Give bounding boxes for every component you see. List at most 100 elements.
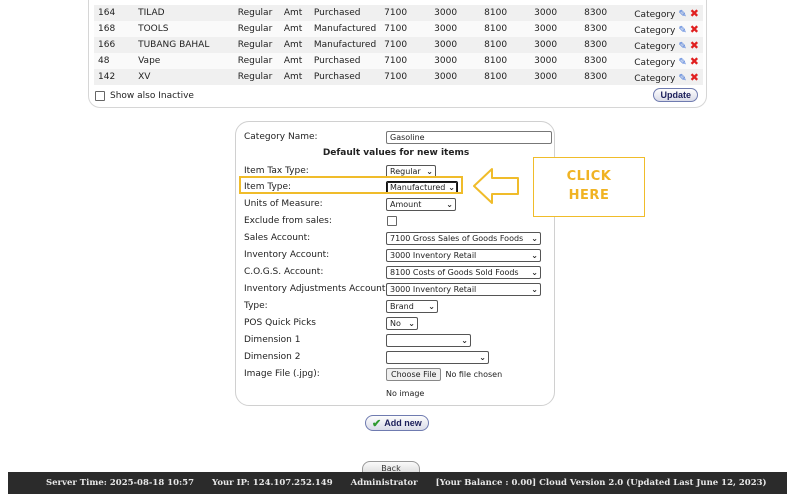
chevron-down-icon: ⌄: [531, 284, 538, 294]
row-sales-account: 7100: [380, 69, 431, 85]
dimension-1-select[interactable]: ⌄: [386, 333, 471, 347]
category-name-label: Category Name:: [244, 132, 318, 142]
exclude-from-sales-checkbox[interactable]: [387, 216, 397, 226]
chevron-down-icon: ⌄: [531, 267, 538, 277]
no-file-chosen-text: No file chosen: [445, 369, 503, 379]
edit-icon[interactable]: ✎: [678, 9, 686, 20]
chevron-down-icon: ⌄: [428, 301, 435, 311]
category-link[interactable]: Category: [634, 58, 675, 68]
row-name: XV: [134, 69, 234, 85]
dimension-2-label: Dimension 2: [244, 352, 301, 362]
row-uom: Amt: [279, 21, 310, 37]
row-cogs-account: 8100: [480, 69, 531, 85]
row-id: 142: [94, 69, 135, 85]
edit-icon[interactable]: ✎: [678, 73, 686, 84]
delete-icon[interactable]: ✖: [690, 55, 699, 68]
arrow-left-icon: [473, 168, 519, 204]
category-table: 164 TILAD Regular Amt Purchased 7100 3000 8100 3…: [94, 5, 703, 85]
row-id: 48: [94, 53, 135, 69]
edit-icon[interactable]: ✎: [678, 57, 686, 68]
row-dimension-account: 8300: [580, 53, 631, 69]
uom-label: Units of Measure:: [244, 199, 323, 209]
type-label: Type:: [244, 301, 268, 311]
category-link[interactable]: Category: [634, 74, 675, 84]
user-name: Administrator: [350, 478, 418, 488]
cogs-account-select[interactable]: 8100 Costs of Goods Sold Foods ⌄: [386, 265, 541, 279]
row-cogs-account: 8100: [480, 21, 531, 37]
delete-icon[interactable]: ✖: [690, 7, 699, 20]
row-tax-type: Regular: [233, 37, 280, 53]
choose-file-button[interactable]: Choose File: [386, 367, 442, 381]
pos-quick-picks-label: POS Quick Picks: [244, 318, 316, 328]
row-dimension-account: 8300: [580, 37, 631, 53]
row-name: TUBANG BAHAL: [134, 37, 234, 53]
row-dimension-account: 8300: [580, 69, 631, 85]
row-adjustment-account: 3000: [530, 21, 581, 37]
check-icon: ✔: [372, 417, 382, 430]
table-row: 168 TOOLS Regular Amt Manufactured 7100 3000 81…: [94, 21, 703, 37]
edit-icon[interactable]: ✎: [678, 41, 686, 52]
chevron-down-icon: ⌄: [531, 250, 538, 260]
row-cogs-account: 8100: [480, 37, 531, 53]
delete-icon[interactable]: ✖: [690, 39, 699, 52]
row-actions: Category ✎ ✖: [630, 53, 703, 69]
category-link[interactable]: Category: [634, 10, 675, 20]
row-actions: Category ✎ ✖: [630, 5, 703, 21]
row-item-type: Manufactured: [309, 21, 381, 37]
row-tax-type: Regular: [233, 69, 280, 85]
default-values-heading: Default values for new items: [322, 148, 470, 158]
chevron-down-icon: ⌄: [531, 233, 538, 243]
row-inventory-account: 3000: [430, 53, 481, 69]
row-inventory-account: 3000: [430, 5, 481, 21]
chevron-down-icon: ⌄: [408, 318, 415, 328]
row-sales-account: 7100: [380, 5, 431, 21]
row-sales-account: 7100: [380, 53, 431, 69]
row-dimension-account: 8300: [580, 21, 631, 37]
chevron-down-icon: ⌄: [426, 166, 433, 176]
chevron-down-icon: ⌄: [461, 335, 468, 345]
category-link[interactable]: Category: [634, 42, 675, 52]
row-actions: Category ✎ ✖: [630, 21, 703, 37]
click-here-callout: CLICK HERE: [533, 157, 645, 217]
show-inactive-toggle[interactable]: Show also Inactive: [95, 91, 194, 101]
cogs-account-label: C.O.G.S. Account:: [244, 267, 324, 277]
pos-quick-picks-select[interactable]: No ⌄: [386, 316, 418, 330]
table-row: 142 XV Regular Amt Purchased 7100 3000 8100 3000…: [94, 69, 703, 85]
balance-version: [Your Balance : 0.00] Cloud Version 2.0 …: [435, 478, 767, 488]
row-uom: Amt: [279, 37, 310, 53]
row-item-type: Manufactured: [309, 37, 381, 53]
uom-select[interactable]: Amount ⌄: [386, 197, 456, 211]
row-dimension-account: 8300: [580, 5, 631, 21]
sales-account-select[interactable]: 7100 Gross Sales of Goods Foods ⌄: [386, 231, 541, 245]
row-sales-account: 7100: [380, 21, 431, 37]
table-row: 164 TILAD Regular Amt Purchased 7100 3000 8100 3…: [94, 5, 703, 21]
dimension-2-select[interactable]: ⌄: [386, 350, 489, 364]
row-uom: Amt: [279, 5, 310, 21]
inventory-account-select[interactable]: 3000 Inventory Retail ⌄: [386, 248, 541, 262]
row-inventory-account: 3000: [430, 69, 481, 85]
row-adjustment-account: 3000: [530, 53, 581, 69]
row-inventory-account: 3000: [430, 37, 481, 53]
show-inactive-label: Show also Inactive: [110, 91, 194, 101]
type-select[interactable]: Brand ⌄: [386, 299, 438, 313]
item-type-highlight: [239, 176, 463, 194]
row-adjustment-account: 3000: [530, 37, 581, 53]
row-uom: Amt: [279, 69, 310, 85]
callout-line-2: HERE: [568, 188, 610, 203]
row-id: 168: [94, 21, 135, 37]
add-new-button[interactable]: ✔ Add new: [365, 415, 429, 431]
category-list-panel: 164 TILAD Regular Amt Purchased 7100 3000 8100 3…: [88, 0, 707, 108]
server-time: Server Time: 2025-08-18 10:57: [46, 478, 194, 488]
category-link[interactable]: Category: [634, 26, 675, 36]
edit-icon[interactable]: ✎: [678, 25, 686, 36]
row-actions: Category ✎ ✖: [630, 69, 703, 85]
inventory-adjustments-select[interactable]: 3000 Inventory Retail ⌄: [386, 282, 541, 296]
show-inactive-checkbox[interactable]: [95, 91, 105, 101]
chevron-down-icon: ⌄: [446, 199, 453, 209]
update-button[interactable]: Update: [653, 88, 698, 102]
row-tax-type: Regular: [233, 53, 280, 69]
delete-icon[interactable]: ✖: [690, 71, 699, 84]
table-row: 166 TUBANG BAHAL Regular Amt Manufactured 710…: [94, 37, 703, 53]
category-name-input[interactable]: Gasoline: [386, 130, 552, 144]
delete-icon[interactable]: ✖: [690, 23, 699, 36]
